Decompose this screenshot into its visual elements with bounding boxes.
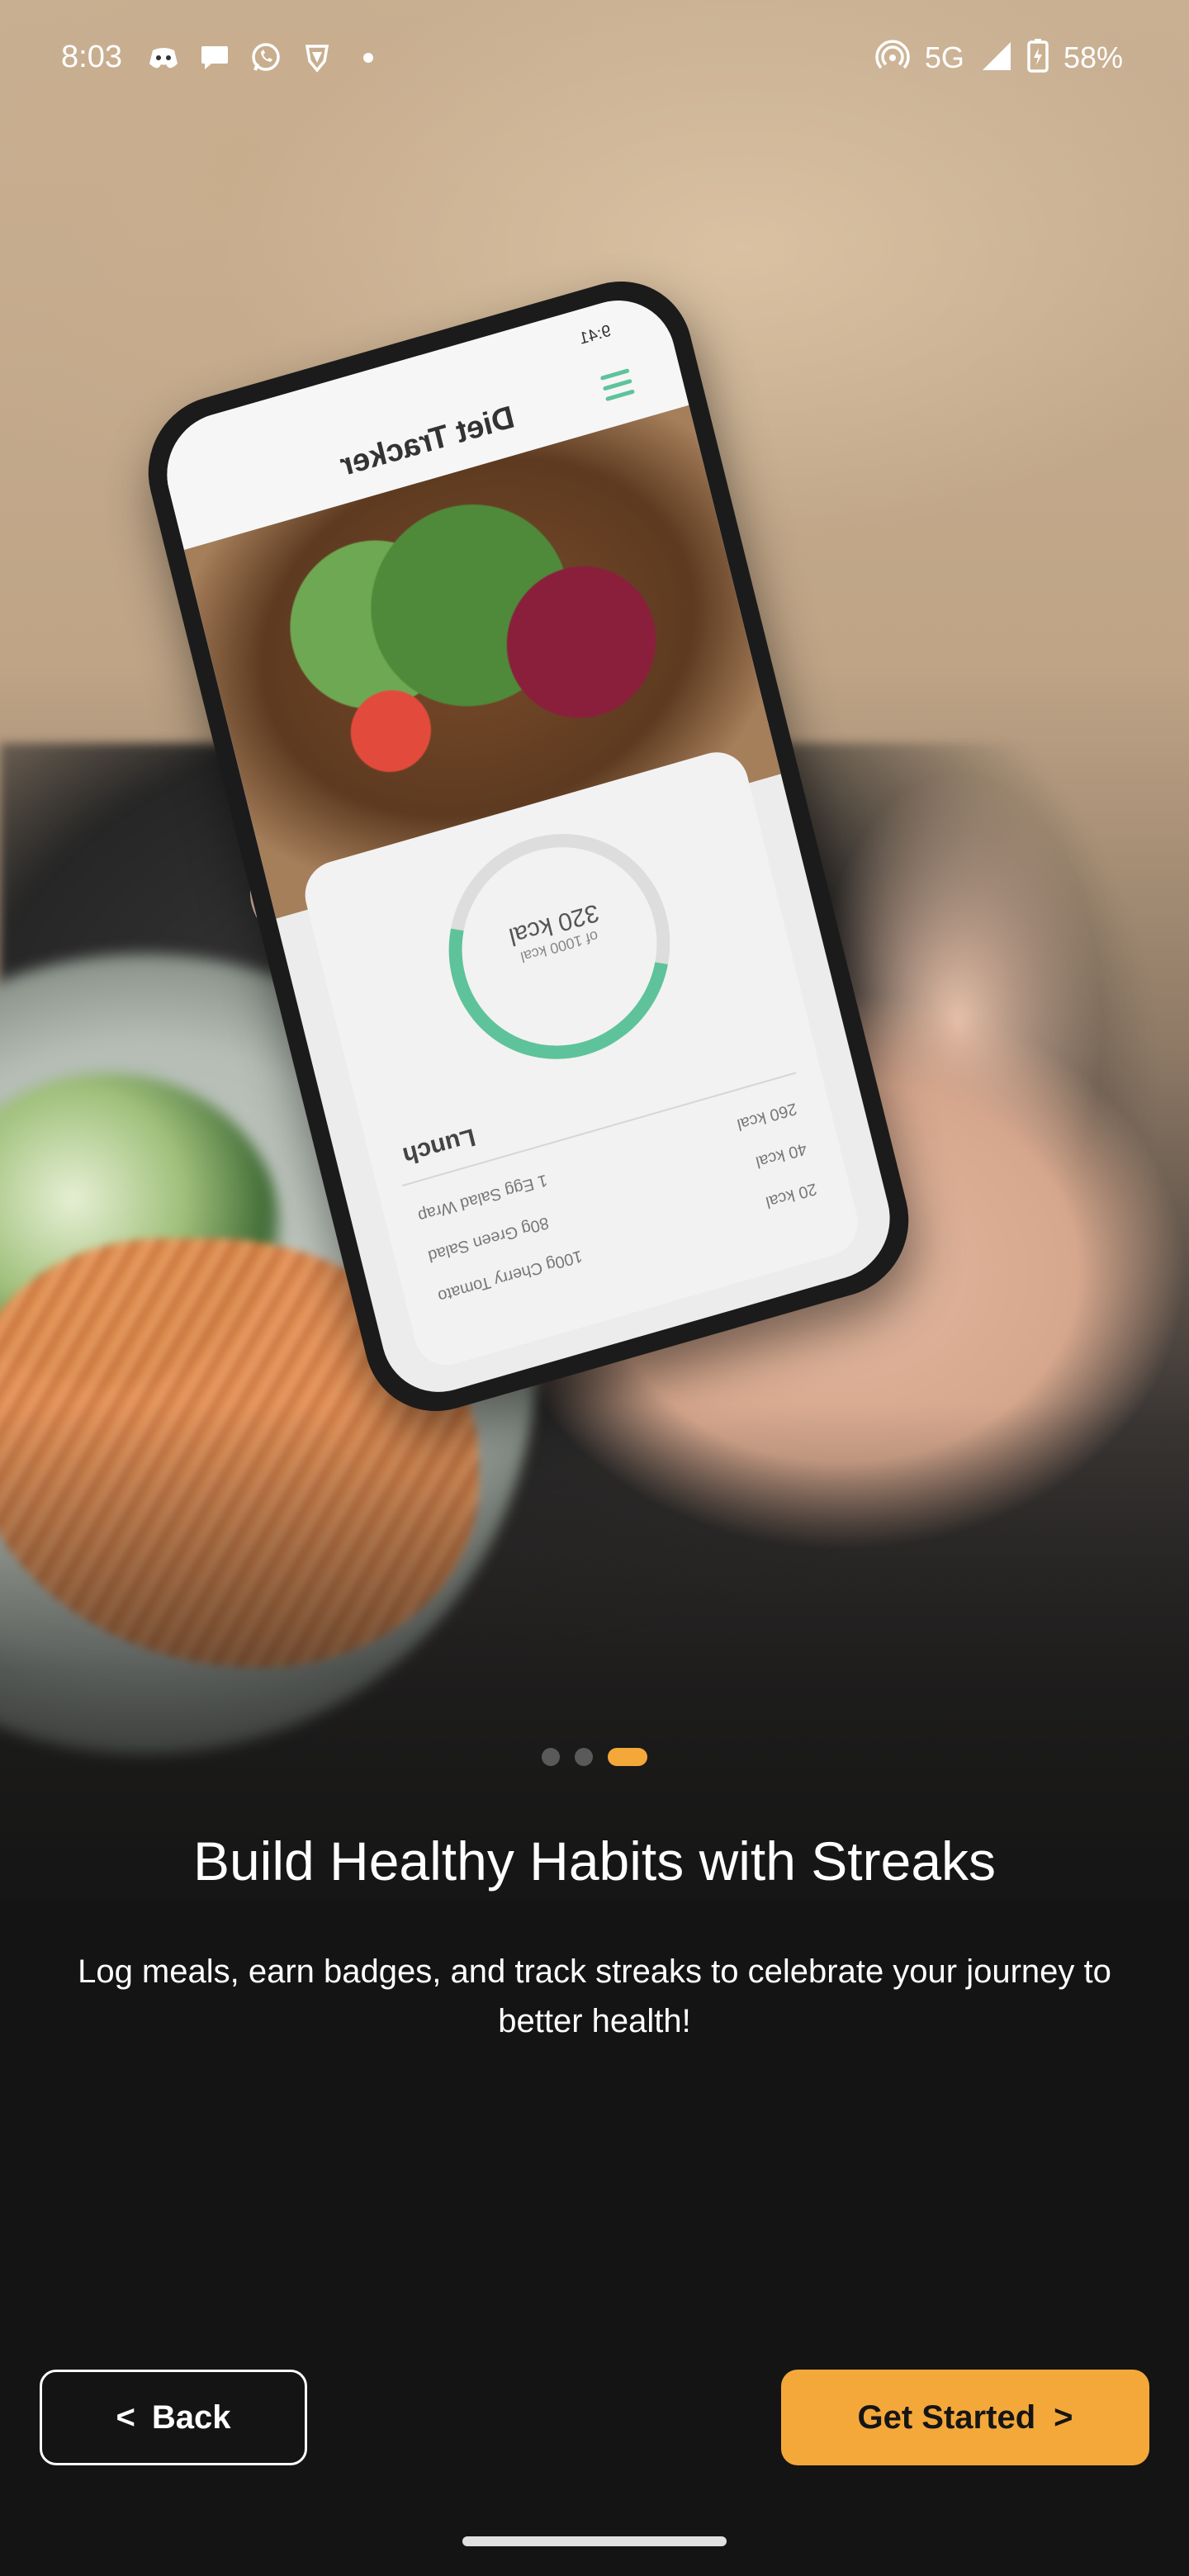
- dot-icon: [352, 41, 385, 74]
- get-started-button-label: Get Started: [857, 2398, 1036, 2436]
- chat-icon: [198, 41, 231, 74]
- back-button[interactable]: < Back: [40, 2370, 307, 2465]
- network-type: 5G: [924, 40, 964, 74]
- hotspot-icon: [875, 38, 910, 77]
- page-dot: [575, 1748, 593, 1766]
- get-started-button[interactable]: Get Started >: [781, 2370, 1149, 2465]
- page-indicator: [0, 1745, 1189, 1769]
- page-dot: [542, 1748, 560, 1766]
- mockup-item-name: 80g Green Salad: [426, 1213, 551, 1266]
- status-time: 8:03: [61, 40, 122, 74]
- whatsapp-icon: [249, 41, 282, 74]
- status-bar: 8:03 5G 58%: [0, 0, 1189, 116]
- chevron-right-icon: >: [1054, 2398, 1073, 2436]
- chevron-left-icon: <: [116, 2398, 135, 2436]
- status-right-cluster: 5G 58%: [875, 38, 1123, 77]
- signal-icon: [979, 39, 1012, 76]
- battery-icon: [1027, 38, 1049, 77]
- mockup-item-kcal: 20 kcal: [763, 1179, 819, 1212]
- back-button-label: Back: [151, 2398, 231, 2436]
- hero-gradient-fade: [0, 1404, 1189, 1899]
- notification-icons: [147, 41, 385, 74]
- mockup-item-kcal: 40 kcal: [753, 1139, 808, 1172]
- vpn-icon: [301, 41, 334, 74]
- page-dot-active: [608, 1748, 647, 1766]
- onboarding-title: Build Healthy Habits with Streaks: [192, 1830, 997, 1892]
- mockup-item-kcal: 260 kcal: [734, 1099, 798, 1134]
- onboarding-description: Log meals, earn badges, and track streak…: [78, 1953, 1111, 2039]
- hero-image: 9:41 Diet Tracker 320 kcal of 1000 kcal …: [0, 0, 1189, 1899]
- mockup-meal-title: Lunch: [400, 1122, 479, 1170]
- mockup-time: 9:41: [577, 321, 613, 348]
- discord-icon: [147, 41, 180, 74]
- home-indicator[interactable]: [462, 2536, 727, 2546]
- battery-percent: 58%: [1063, 40, 1123, 74]
